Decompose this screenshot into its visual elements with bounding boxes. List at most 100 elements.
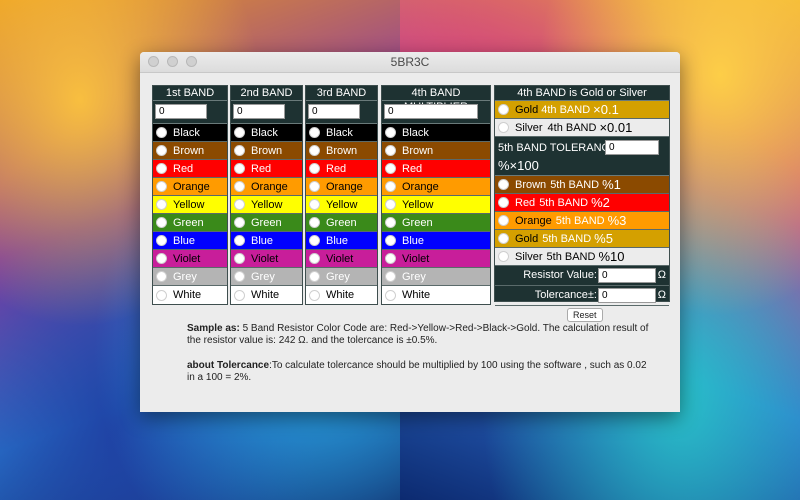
color-option-black[interactable]: Black (153, 124, 227, 142)
color-option-green[interactable]: Green (306, 214, 377, 232)
radio-button[interactable] (385, 217, 396, 228)
reset-button[interactable]: Reset (567, 308, 603, 322)
radio-button[interactable] (156, 145, 167, 156)
radio-button[interactable] (385, 163, 396, 174)
band-value-input[interactable] (155, 104, 207, 119)
color-option-black[interactable]: Black (382, 124, 490, 142)
tolerance-result-field[interactable] (598, 288, 656, 303)
tolerance-input[interactable] (605, 140, 659, 155)
color-option-violet[interactable]: Violet (306, 250, 377, 268)
radio-button[interactable] (234, 181, 245, 192)
color-option-brown[interactable]: Brown (382, 142, 490, 160)
band-value-input[interactable] (384, 104, 478, 119)
silver-radio[interactable] (498, 122, 509, 133)
radio-button[interactable] (156, 127, 167, 138)
color-option-red[interactable]: Red (382, 160, 490, 178)
radio-button[interactable] (385, 271, 396, 282)
tolerance-option-orange[interactable]: Orange 5th BAND %3 (495, 212, 669, 230)
radio-button[interactable] (234, 253, 245, 264)
tolerance-option-red[interactable]: Red 5th BAND %2 (495, 194, 669, 212)
color-option-blue[interactable]: Blue (153, 232, 227, 250)
gold-radio[interactable] (498, 104, 509, 115)
radio-button[interactable] (156, 163, 167, 174)
color-option-violet[interactable]: Violet (231, 250, 302, 268)
color-option-grey[interactable]: Grey (306, 268, 377, 286)
color-option-blue[interactable]: Blue (306, 232, 377, 250)
color-option-black[interactable]: Black (306, 124, 377, 142)
resistor-value-field[interactable] (598, 268, 656, 283)
tolerance-option-silver[interactable]: Silver 5th BAND %10 (495, 248, 669, 266)
color-option-white[interactable]: White (306, 286, 377, 304)
color-option-blue[interactable]: Blue (382, 232, 490, 250)
radio-button[interactable] (385, 145, 396, 156)
radio-button[interactable] (498, 251, 509, 262)
color-option-grey[interactable]: Grey (231, 268, 302, 286)
color-option-black[interactable]: Black (231, 124, 302, 142)
color-option-blue[interactable]: Blue (231, 232, 302, 250)
color-option-brown[interactable]: Brown (306, 142, 377, 160)
radio-button[interactable] (309, 145, 320, 156)
radio-button[interactable] (156, 181, 167, 192)
radio-button[interactable] (156, 271, 167, 282)
color-option-red[interactable]: Red (153, 160, 227, 178)
radio-button[interactable] (234, 127, 245, 138)
band-value-input[interactable] (233, 104, 285, 119)
radio-button[interactable] (156, 235, 167, 246)
radio-button[interactable] (309, 163, 320, 174)
color-option-green[interactable]: Green (231, 214, 302, 232)
tolerance-option-gold[interactable]: Gold 5th BAND %5 (495, 230, 669, 248)
radio-button[interactable] (234, 235, 245, 246)
radio-button[interactable] (498, 215, 509, 226)
radio-button[interactable] (385, 127, 396, 138)
color-option-orange[interactable]: Orange (306, 178, 377, 196)
tolerance-option-brown[interactable]: Brown 5th BAND %1 (495, 176, 669, 194)
radio-button[interactable] (234, 163, 245, 174)
color-option-orange[interactable]: Orange (153, 178, 227, 196)
color-option-brown[interactable]: Brown (153, 142, 227, 160)
radio-button[interactable] (234, 271, 245, 282)
color-option-orange[interactable]: Orange (231, 178, 302, 196)
radio-button[interactable] (385, 289, 396, 301)
radio-button[interactable] (309, 289, 320, 301)
color-option-brown[interactable]: Brown (231, 142, 302, 160)
radio-button[interactable] (309, 199, 320, 210)
band-value-input[interactable] (308, 104, 360, 119)
color-option-violet[interactable]: Violet (153, 250, 227, 268)
radio-button[interactable] (309, 271, 320, 282)
radio-button[interactable] (385, 253, 396, 264)
radio-button[interactable] (385, 181, 396, 192)
color-option-grey[interactable]: Grey (382, 268, 490, 286)
radio-button[interactable] (498, 179, 509, 190)
radio-button[interactable] (309, 127, 320, 138)
radio-button[interactable] (309, 217, 320, 228)
radio-button[interactable] (385, 235, 396, 246)
color-option-yellow[interactable]: Yellow (382, 196, 490, 214)
color-option-white[interactable]: White (231, 286, 302, 304)
color-option-yellow[interactable]: Yellow (231, 196, 302, 214)
color-option-grey[interactable]: Grey (153, 268, 227, 286)
color-option-red[interactable]: Red (306, 160, 377, 178)
radio-button[interactable] (309, 181, 320, 192)
radio-button[interactable] (156, 217, 167, 228)
color-option-orange[interactable]: Orange (382, 178, 490, 196)
color-option-red[interactable]: Red (231, 160, 302, 178)
radio-button[interactable] (309, 253, 320, 264)
color-option-white[interactable]: White (382, 286, 490, 304)
radio-button[interactable] (234, 217, 245, 228)
radio-button[interactable] (156, 199, 167, 210)
radio-button[interactable] (234, 199, 245, 210)
silver-multiplier-option[interactable]: Silver 4th BAND ×0.01 (495, 119, 669, 137)
color-option-yellow[interactable]: Yellow (153, 196, 227, 214)
color-option-yellow[interactable]: Yellow (306, 196, 377, 214)
gold-multiplier-option[interactable]: Gold 4th BAND ×0.1 (495, 101, 669, 119)
radio-button[interactable] (234, 289, 245, 301)
radio-button[interactable] (498, 197, 509, 208)
radio-button[interactable] (156, 253, 167, 264)
color-option-green[interactable]: Green (153, 214, 227, 232)
radio-button[interactable] (234, 145, 245, 156)
radio-button[interactable] (385, 199, 396, 210)
radio-button[interactable] (498, 233, 509, 244)
color-option-white[interactable]: White (153, 286, 227, 304)
radio-button[interactable] (309, 235, 320, 246)
radio-button[interactable] (156, 289, 167, 301)
